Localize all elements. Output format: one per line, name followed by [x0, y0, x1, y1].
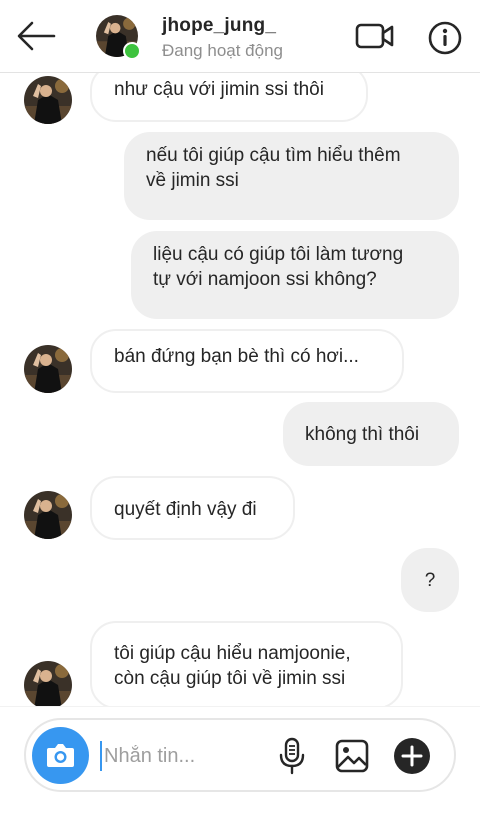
message-input[interactable]: [104, 740, 264, 772]
message-text: nếu tôi giúp cậu tìm hiểu thêm: [146, 145, 401, 166]
plus-icon: [394, 738, 430, 774]
message-text: liệu cậu có giúp tôi làm tương: [153, 244, 404, 265]
message-text: ?: [424, 570, 436, 591]
message-text: tự với namjoon ssi không?: [153, 269, 377, 290]
avatar: [24, 76, 72, 124]
info-icon: [428, 21, 462, 55]
camera-icon: [47, 744, 74, 767]
message-bubble-outgoing[interactable]: ?: [401, 548, 459, 612]
message-text: quyết định vậy đi: [114, 499, 257, 520]
gallery-button[interactable]: [334, 738, 370, 774]
message-text: không thì thôi: [305, 424, 420, 445]
chat-username[interactable]: jhope_jung_: [162, 15, 276, 37]
message-bubble-outgoing[interactable]: liệu cậu có giúp tôi làm tương tự với na…: [131, 231, 459, 319]
message-bubble-incoming[interactable]: quyết định vậy đi: [90, 476, 295, 540]
message-bubble-outgoing[interactable]: không thì thôi: [283, 402, 459, 466]
message-text: bán đứng bạn bè thì có hơi...: [114, 346, 359, 367]
avatar: [24, 661, 72, 709]
camera-button[interactable]: [32, 727, 89, 784]
arrow-left-icon: [17, 21, 56, 51]
online-status-dot: [123, 42, 141, 60]
video-call-button[interactable]: [355, 20, 395, 52]
more-options-button[interactable]: [393, 737, 431, 775]
image-icon: [335, 739, 369, 773]
video-camera-icon: [355, 23, 394, 49]
avatar: [24, 345, 72, 393]
message-text: về jimin ssi: [146, 170, 239, 191]
back-button[interactable]: [14, 18, 58, 54]
chat-header: jhope_jung_ Đang hoạt động: [0, 0, 480, 73]
text-cursor: [100, 741, 102, 771]
message-text: còn cậu giúp tôi về jimin ssi: [114, 668, 346, 689]
message-bubble-outgoing[interactable]: nếu tôi giúp cậu tìm hiểu thêm về jimin …: [124, 132, 459, 220]
active-status: Đang hoạt động: [162, 41, 283, 60]
message-text: như cậu với jimin ssi thôi: [114, 79, 324, 100]
voice-message-button[interactable]: [277, 737, 307, 775]
message-bubble-incoming[interactable]: tôi giúp cậu hiểu namjoonie, còn cậu giú…: [90, 621, 403, 709]
conversation-info-button[interactable]: [427, 20, 463, 56]
message-text: tôi giúp cậu hiểu namjoonie,: [114, 643, 351, 664]
microphone-icon: [279, 737, 305, 775]
message-bubble-incoming[interactable]: bán đứng bạn bè thì có hơi...: [90, 329, 404, 393]
avatar: [24, 491, 72, 539]
